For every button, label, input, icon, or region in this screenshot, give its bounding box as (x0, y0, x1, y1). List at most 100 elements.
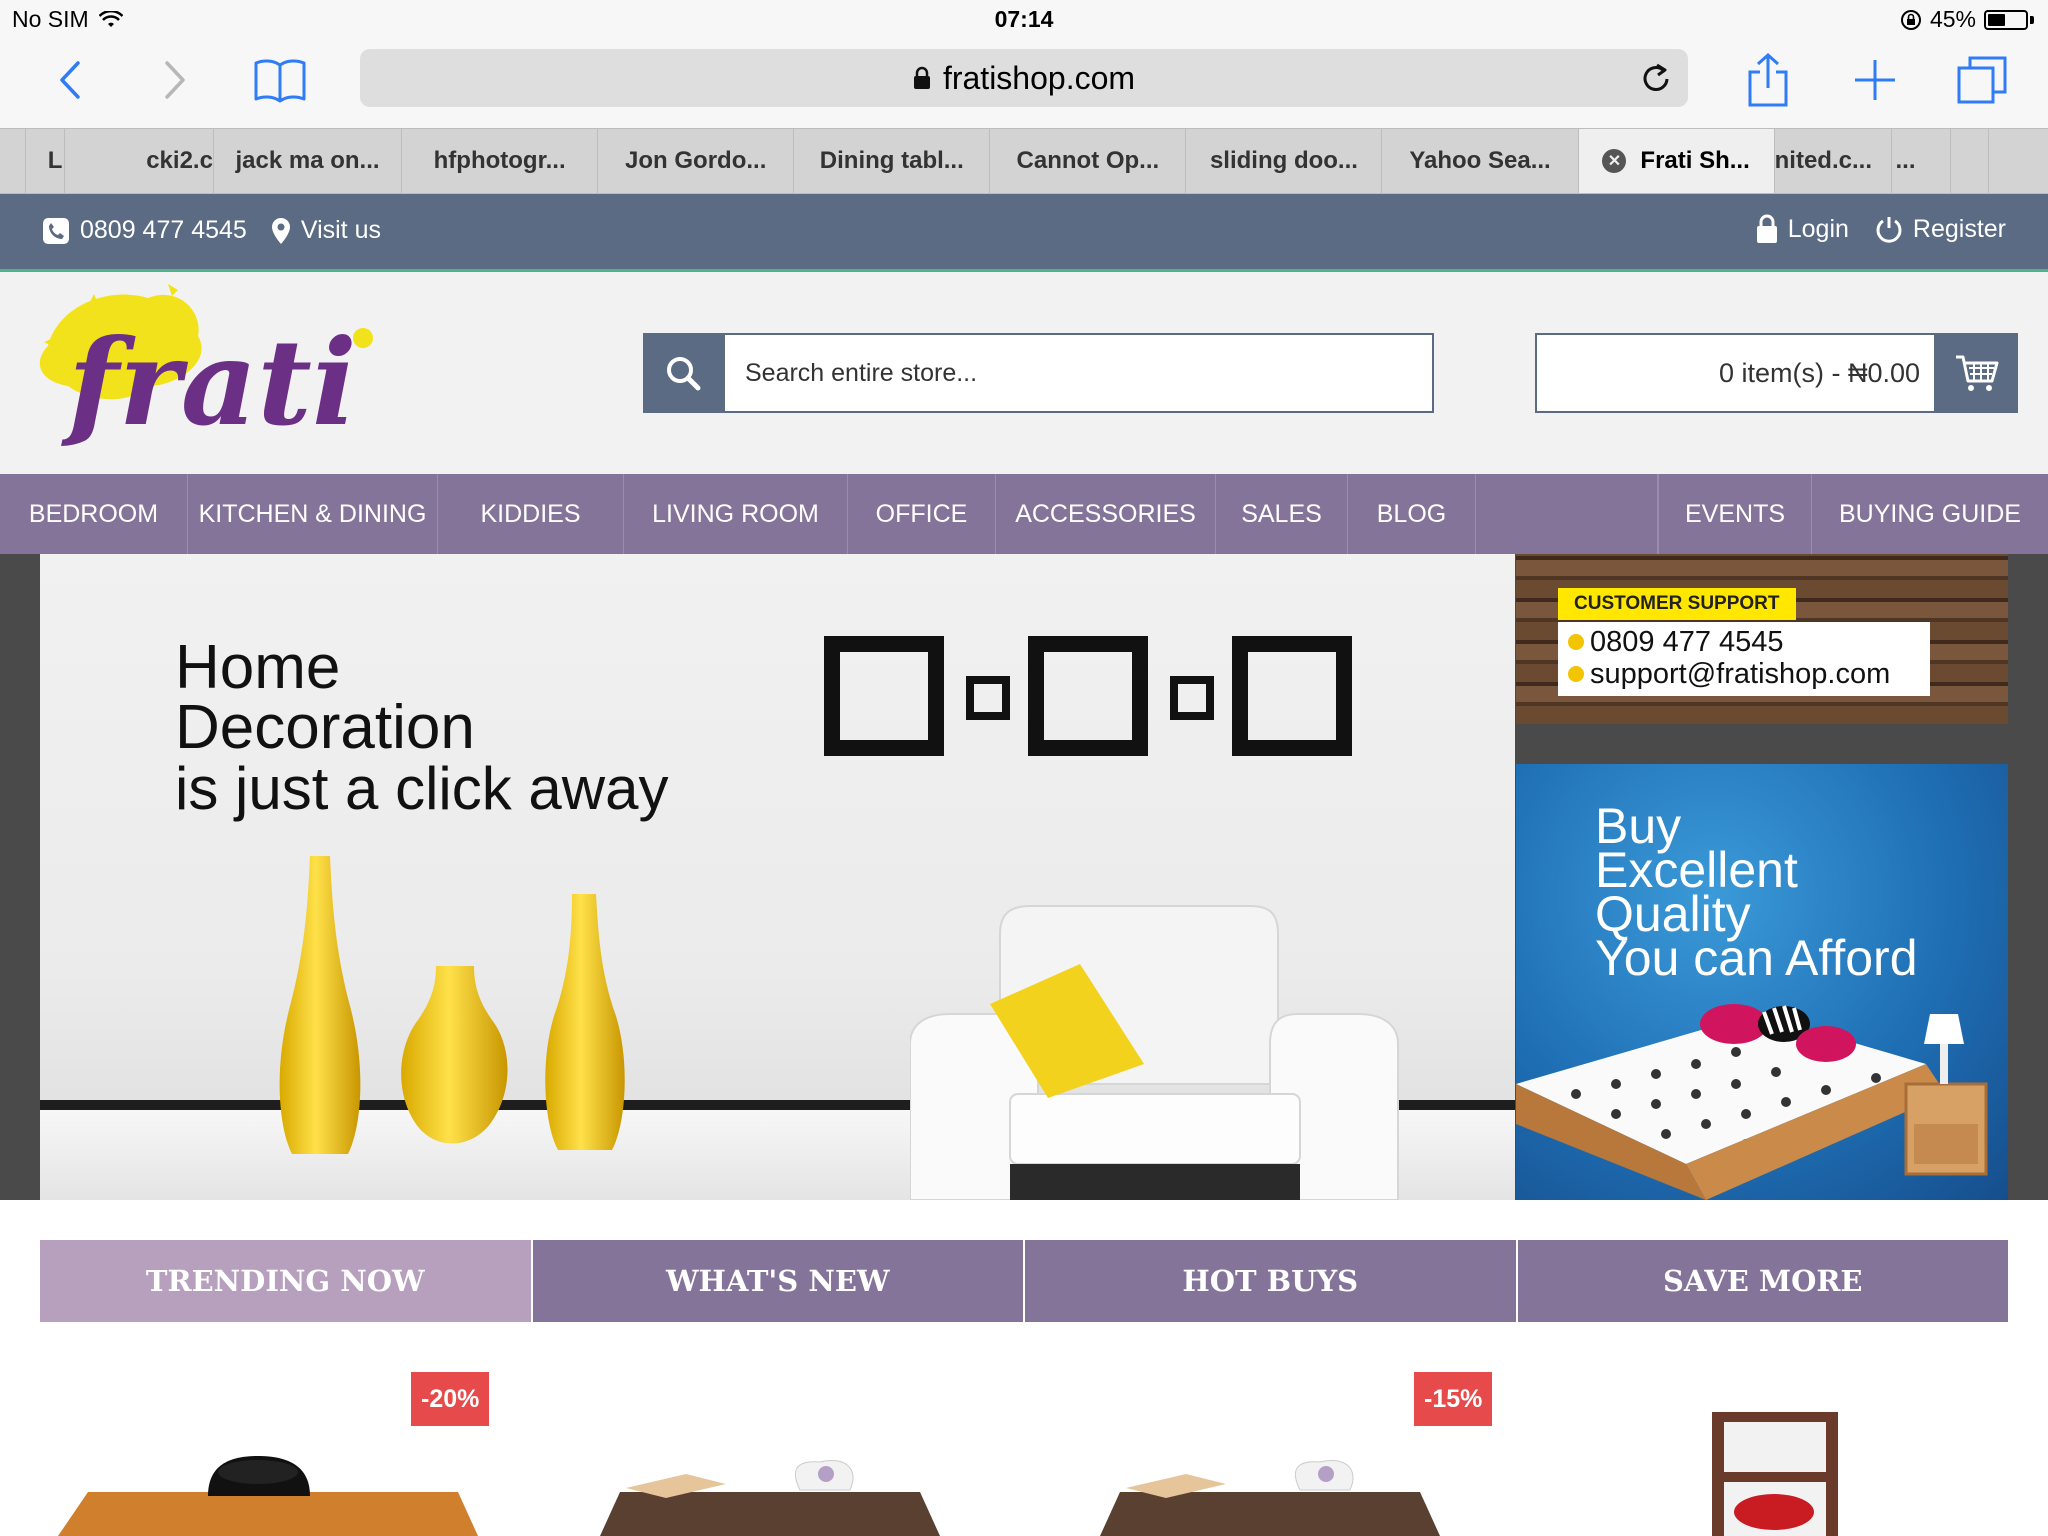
tab[interactable]: hfphotogr... (402, 129, 599, 193)
tab[interactable] (1951, 129, 1989, 193)
phone-icon (43, 217, 69, 244)
tab-whats-new[interactable]: WHAT'S NEW (532, 1240, 1023, 1322)
tab[interactable]: Dining tabl... (794, 129, 991, 193)
tab[interactable]: Yahoo Sea... (1382, 129, 1579, 193)
status-bar: No SIM 07:14 45% (0, 0, 2048, 40)
hero-banner[interactable]: Home Decoration is just a click away (40, 554, 1515, 1200)
category-tabs: TRENDING NOW WHAT'S NEW HOT BUYS SAVE MO… (40, 1240, 2008, 1322)
cart-button[interactable] (1936, 333, 2018, 413)
tab[interactable] (0, 129, 26, 193)
tab[interactable]: jack ma on... (214, 129, 403, 193)
nav-spacer (1476, 474, 1658, 554)
tab[interactable]: Jon Gordo... (598, 129, 795, 193)
bed-image (1516, 1004, 1988, 1200)
share-button[interactable] (1738, 50, 1798, 110)
map-pin-icon (271, 217, 290, 244)
tab[interactable]: L (26, 129, 66, 193)
quality-promo-banner[interactable]: Buy Excellent Quality You can Afford (1516, 764, 2008, 1200)
url-text: fratishop.com (942, 59, 1136, 96)
account-links: Login Register (1756, 214, 2006, 244)
tab-hot-buys[interactable]: HOT BUYS (1025, 1240, 1516, 1322)
status-right: 45% (1900, 6, 2034, 33)
svg-text:frati: frati (61, 313, 357, 452)
back-button[interactable] (40, 50, 100, 110)
site-topbar: 0809 477 4545 Visit us Login Register (0, 194, 2048, 272)
support-email[interactable]: support@fratishop.com (1590, 658, 1890, 690)
support-contact-box: 0809 477 4545 support@fratishop.com (1558, 622, 1930, 696)
hero-line-1: Home (175, 633, 341, 702)
shopping-cart-icon (1956, 355, 1999, 391)
cart-widget[interactable]: 0 item(s) - ₦0.00 (1535, 333, 2018, 413)
tab-active[interactable]: ✕ Frati Sh... (1578, 129, 1775, 193)
lock-icon (1756, 214, 1777, 243)
search-icon (667, 357, 701, 391)
hero-line-2: Decoration (175, 693, 475, 762)
chevron-right-icon (165, 61, 185, 99)
nav-item-living-room[interactable]: LIVING ROOM (624, 474, 848, 554)
product-image-table-bowl[interactable] (58, 1452, 478, 1536)
tab[interactable]: ... (1892, 129, 1951, 193)
tab-strip: L cki2.c jack ma on... hfphotogr... Jon … (0, 128, 2048, 194)
yellow-vases-image (279, 856, 625, 1154)
tab[interactable] (1989, 129, 2048, 193)
nav-item-blog[interactable]: BLOG (1348, 474, 1476, 554)
share-icon (1748, 52, 1788, 107)
new-tab-button[interactable] (1845, 50, 1905, 110)
search-input[interactable]: Search entire store... (723, 333, 1434, 413)
topbar-phone[interactable]: 0809 477 4545 (80, 216, 247, 245)
support-phone[interactable]: 0809 477 4545 (1590, 626, 1784, 658)
tabs-overview-button[interactable] (1952, 50, 2012, 110)
tab[interactable]: nited.c... (1775, 129, 1892, 193)
address-bar[interactable]: fratishop.com (360, 49, 1688, 107)
contact-links: 0809 477 4545 Visit us (42, 216, 381, 245)
chevron-left-icon (60, 61, 80, 99)
nav-item-kitchen-dining[interactable]: KITCHEN & DINING (188, 474, 438, 554)
customer-support-banner[interactable]: CUSTOMER SUPPORT 0809 477 4545 support@f… (1516, 554, 2008, 724)
nav-item-sales[interactable]: SALES (1216, 474, 1348, 554)
site-header: frati Search entire store... 0 item(s) -… (0, 272, 2048, 474)
tabs-icon (1957, 56, 2007, 104)
bookmarks-button[interactable] (250, 50, 310, 110)
white-armchair-image (910, 905, 1399, 1200)
search-button[interactable] (643, 333, 723, 413)
support-phone-row: 0809 477 4545 (1568, 626, 1920, 658)
product-grid: -20% -15% (0, 1322, 2048, 1536)
register-link[interactable]: Register (1913, 215, 2006, 244)
frati-logo[interactable]: frati (28, 276, 398, 472)
tab-trending-now[interactable]: TRENDING NOW (40, 1240, 531, 1322)
product-image-coffee-table-1[interactable] (600, 1452, 940, 1536)
book-icon (254, 59, 306, 103)
email-icon (1568, 666, 1584, 682)
nav-item-accessories[interactable]: ACCESSORIES (996, 474, 1216, 554)
rotation-lock-icon (1900, 9, 1921, 30)
search-bar: Search entire store... (643, 333, 1434, 413)
battery-icon (1984, 9, 2028, 30)
nav-item-office[interactable]: OFFICE (848, 474, 996, 554)
cart-summary[interactable]: 0 item(s) - ₦0.00 (1535, 333, 1936, 413)
reload-icon[interactable] (1640, 61, 1672, 95)
nav-item-buying-guide[interactable]: BUYING GUIDE (1812, 474, 2048, 554)
clock: 07:14 (994, 6, 1054, 32)
product-image-cabinet[interactable] (1710, 1412, 1840, 1536)
main-nav: BEDROOM KITCHEN & DINING KIDDIES LIVING … (0, 474, 2048, 554)
tab[interactable]: cki2.c (65, 129, 214, 193)
lock-icon (913, 66, 930, 89)
visit-us-link[interactable]: Visit us (301, 216, 381, 245)
tab-save-more[interactable]: SAVE MORE (1517, 1240, 2008, 1322)
forward-button[interactable] (145, 50, 205, 110)
tab[interactable]: Cannot Op... (990, 129, 1187, 193)
nav-item-kiddies[interactable]: KIDDIES (438, 474, 624, 554)
phone-icon (1568, 634, 1584, 650)
nav-item-events[interactable]: EVENTS (1658, 474, 1812, 554)
support-label: CUSTOMER SUPPORT (1558, 588, 1796, 620)
hero-headline: Home Decoration is just a click away (175, 633, 669, 822)
hero-line-3: is just a click away (175, 755, 669, 822)
product-image-coffee-table-2[interactable] (1100, 1452, 1440, 1536)
login-link[interactable]: Login (1788, 215, 1849, 244)
discount-badge: -20% (411, 1372, 490, 1426)
nav-item-bedroom[interactable]: BEDROOM (0, 474, 188, 554)
close-tab-icon[interactable]: ✕ (1602, 149, 1627, 173)
hero-section: Home Decoration is just a click away CUS… (0, 554, 2048, 1200)
tab[interactable]: sliding doo... (1186, 129, 1383, 193)
promo-headline: Buy Excellent Quality You can Afford (1595, 801, 1918, 983)
